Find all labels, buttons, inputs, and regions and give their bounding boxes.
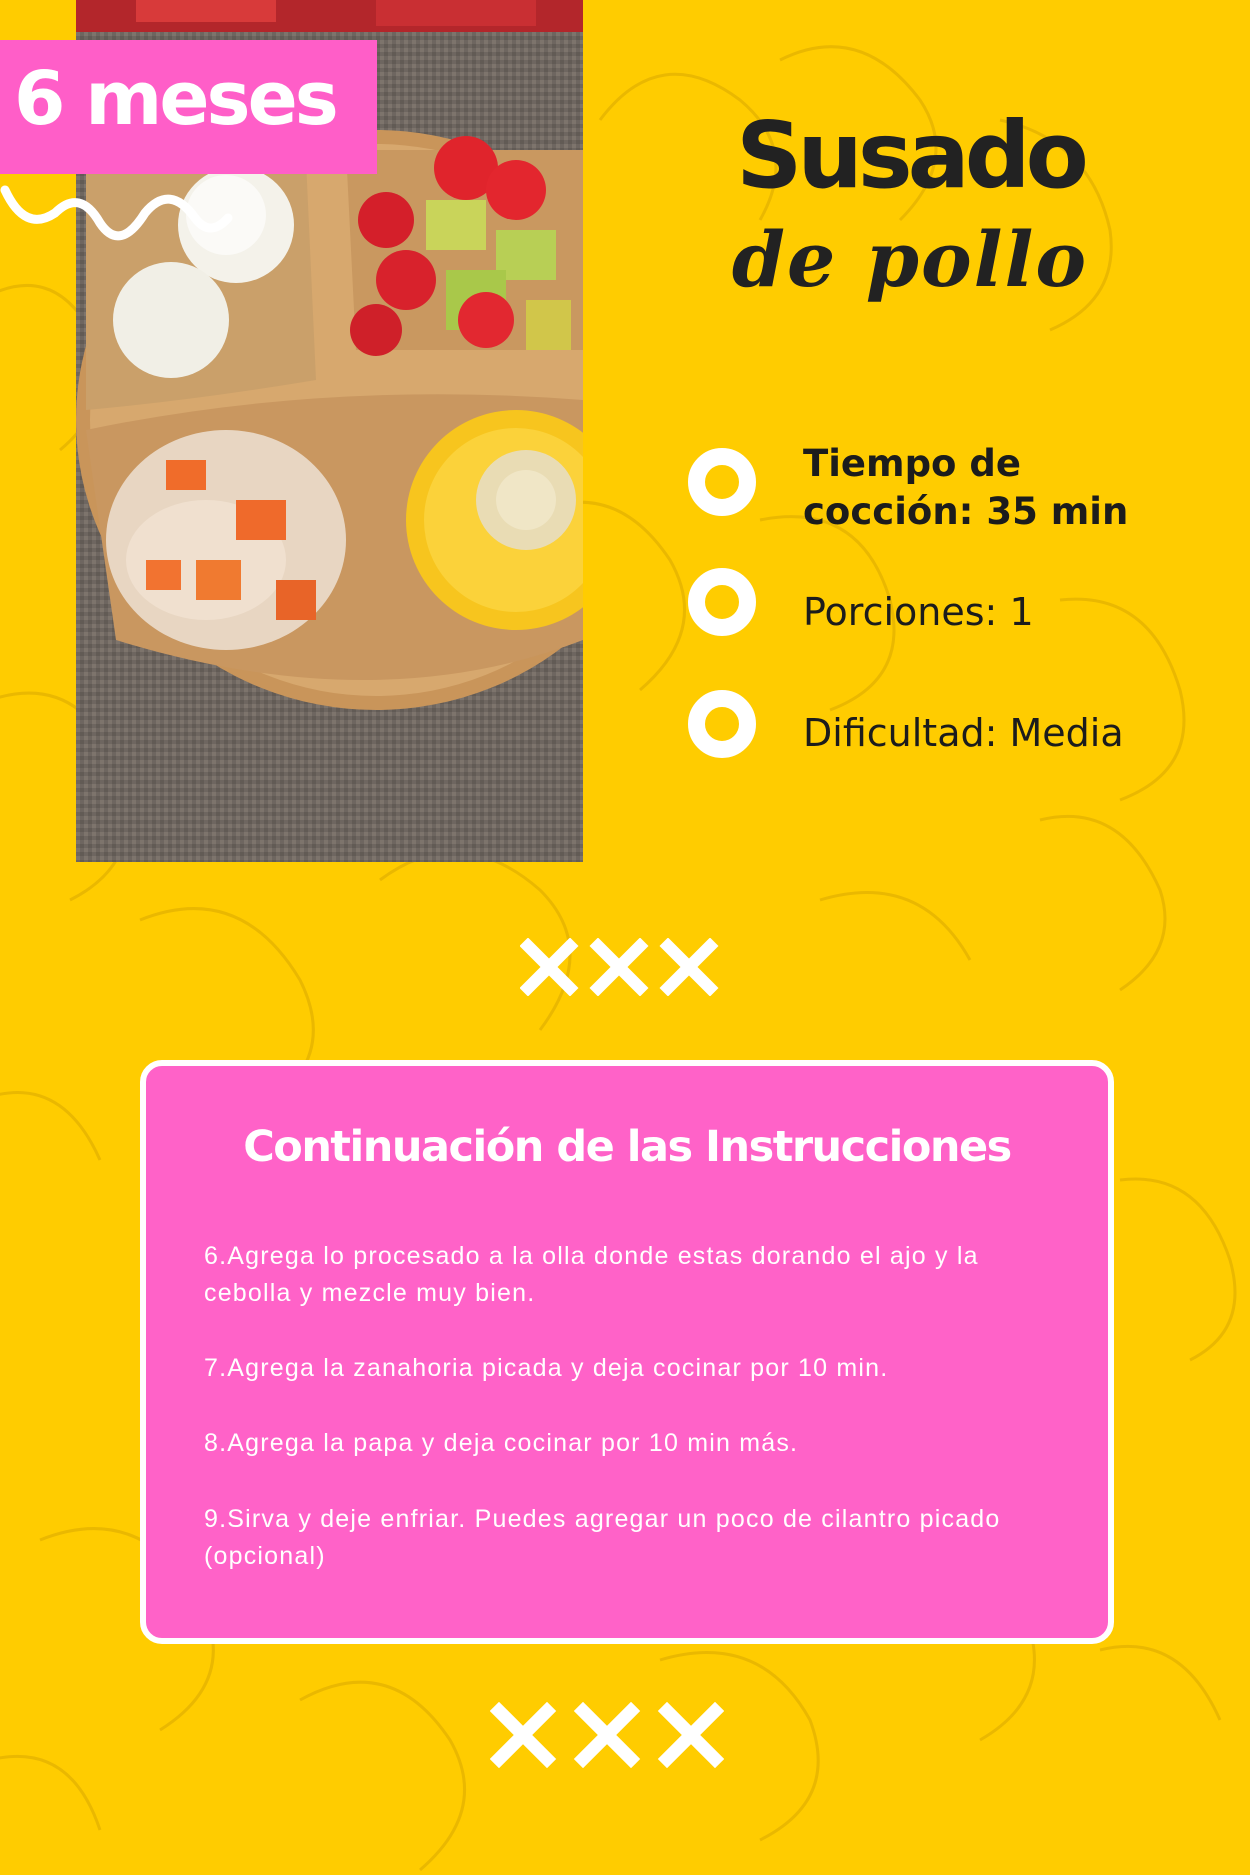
ring-bullet-icon <box>688 568 756 636</box>
cook-time-text: Tiempo de cocción: 35 min <box>803 440 1128 536</box>
cook-time-line-2: cocción: 35 min <box>803 490 1129 533</box>
portions-text: Porciones: 1 <box>803 590 1034 634</box>
difficulty-text: Dificultad: Media <box>803 711 1124 755</box>
instruction-step-6: 6.Agrega lo procesado a la olla donde es… <box>204 1242 979 1307</box>
recipe-title: Susado <box>736 102 1089 209</box>
instructions-card: Continuación de las Instrucciones 6.Agre… <box>140 1060 1114 1644</box>
age-label: 6 meses <box>14 56 339 142</box>
xxx-divider-top <box>520 938 719 996</box>
squiggle-decoration <box>0 185 233 241</box>
recipe-subtitle: de pollo <box>731 215 1089 304</box>
ring-bullet-icon <box>688 690 756 758</box>
xxx-divider-bottom <box>490 1702 724 1768</box>
ring-bullet-icon <box>688 448 756 516</box>
instruction-step-7: 7.Agrega la zanahoria picada y deja coci… <box>204 1354 889 1382</box>
instruction-step-9: 9.Sirva y deje enfriar. Puedes agregar u… <box>204 1505 1001 1570</box>
instruction-step-8: 8.Agrega la papa y deja cocinar por 10 m… <box>204 1429 799 1457</box>
cook-time-line-1: Tiempo de <box>803 442 1021 485</box>
instructions-heading: Continuación de las Instrucciones <box>243 1122 1012 1172</box>
